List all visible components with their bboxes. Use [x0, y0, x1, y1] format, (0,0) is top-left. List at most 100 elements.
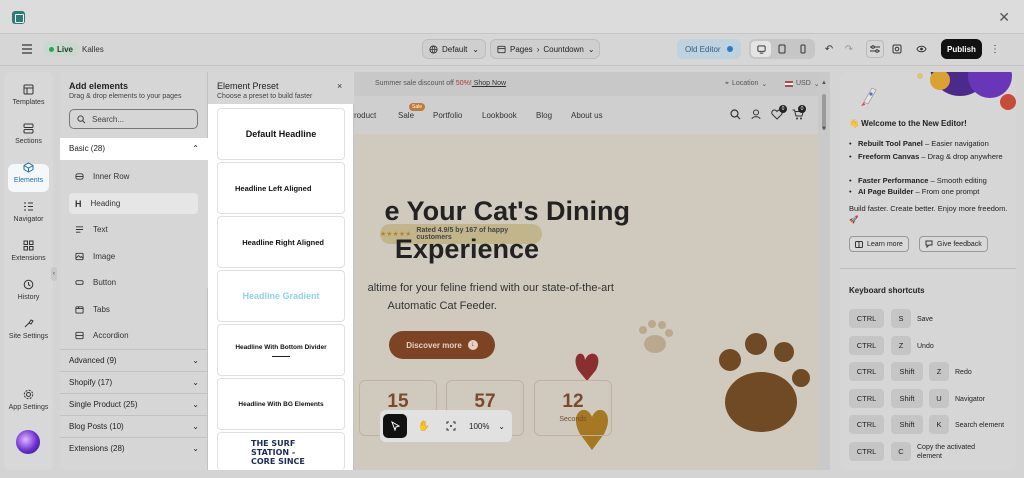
search-page-icon[interactable] [890, 42, 904, 56]
shop-now-link[interactable]: Shop Now [472, 80, 506, 87]
preset-bottom-divider[interactable]: Headline With Bottom Divider [217, 324, 345, 376]
select-pointer-icon[interactable] [383, 414, 407, 438]
chevron-down-icon: ⌄ [472, 44, 479, 54]
category-extensions[interactable]: Extensions (28) ⌄ [60, 437, 208, 458]
shortcut-key: Z [891, 336, 911, 355]
currency-label: USD [796, 80, 811, 87]
add-elements-panel: Add elements Drag & drop elements to you… [60, 72, 208, 470]
basic-items-list: Inner Row H Heading Text Image Button [60, 160, 208, 288]
shortcut-key: CTRL [849, 389, 884, 408]
cart-count-badge: 0 [798, 105, 806, 113]
currency-select[interactable]: USD ⌄ [785, 80, 820, 88]
feature-desc: – Easier navigation [922, 139, 989, 148]
canvas-scrollbar[interactable]: ▲ ▼ [818, 72, 830, 470]
scroll-up-icon[interactable]: ▲ [821, 80, 827, 86]
more-options-icon[interactable]: ⋮ [988, 42, 1002, 56]
redo-icon[interactable]: ↷ [842, 42, 856, 56]
app-logo-icon [12, 11, 25, 24]
rail-site-settings[interactable]: Site Settings [4, 316, 53, 340]
preview-eye-icon[interactable] [914, 42, 928, 56]
category-shopify[interactable]: Shopify (17) ⌄ [60, 371, 208, 392]
nav-product[interactable]: roduct [354, 111, 376, 120]
element-button[interactable]: Button [69, 272, 198, 293]
rail-extensions[interactable]: Extensions [4, 238, 53, 262]
mobile-view-icon[interactable] [793, 41, 813, 57]
hero-heading-line1: e Your Cat's Dining [384, 196, 630, 226]
rail-label: Templates [12, 99, 45, 106]
nav-portfolio[interactable]: Portfolio [433, 111, 462, 120]
chevron-down-icon: ⌄ [192, 421, 199, 431]
shortcut-key: S [891, 309, 911, 328]
feature-name: AI Page Builder [858, 187, 914, 196]
rail-templates[interactable]: Templates [4, 82, 53, 106]
nav-about-us[interactable]: About us [571, 111, 603, 120]
element-tabs[interactable]: Tabs [69, 299, 198, 320]
countdown-label: Seconds [559, 416, 587, 423]
element-image[interactable]: Image [69, 246, 198, 267]
publish-button[interactable]: Publish [941, 39, 982, 59]
feedback-icon [925, 240, 933, 248]
feature-bullet: Freeform Canvas – Drag & drop anywhere [849, 151, 1009, 162]
close-preset-icon[interactable]: × [337, 81, 342, 91]
feature-name: Freeform Canvas [858, 152, 920, 161]
us-flag-icon [785, 81, 793, 87]
page-select[interactable]: Pages › Countdown ⌄ [490, 39, 600, 59]
nav-blog[interactable]: Blog [536, 111, 552, 120]
learn-more-button[interactable]: Learn more [849, 236, 909, 252]
scroll-down-icon[interactable]: ▼ [821, 126, 827, 132]
preset-left-aligned[interactable]: Headline Left Aligned [217, 162, 345, 214]
close-window-icon[interactable]: ✕ [998, 9, 1010, 26]
ai-assistant-avatar[interactable] [16, 430, 40, 454]
element-inner-row[interactable]: Inner Row [69, 166, 198, 187]
nav-sale[interactable]: Sale [398, 111, 414, 120]
settings-sliders-icon[interactable] [866, 40, 884, 58]
element-text[interactable]: Text [69, 219, 198, 240]
collapse-panel-handle[interactable]: ‹ [51, 267, 57, 281]
account-icon[interactable] [751, 109, 761, 120]
editor-toolbar: Live Kalles Default ⌄ Pages › Countdown … [0, 34, 1024, 66]
fit-screen-icon[interactable] [439, 414, 463, 438]
language-select[interactable]: Default ⌄ [422, 39, 486, 59]
rail-sections[interactable]: Sections [4, 121, 53, 145]
shortcut-desc: Search element [955, 422, 1005, 429]
undo-icon[interactable]: ↶ [822, 42, 836, 56]
preset-surf-station[interactable]: THE SURF STATION - CORE SINCE [217, 432, 345, 470]
old-editor-toggle[interactable]: Old Editor [677, 39, 741, 59]
element-search-input[interactable]: Search... [69, 109, 198, 129]
give-feedback-button[interactable]: Give feedback [919, 236, 988, 252]
menu-icon[interactable] [20, 42, 34, 56]
category-blog-posts[interactable]: Blog Posts (10) ⌄ [60, 415, 208, 436]
shortcut-key: Shift [891, 415, 923, 434]
location-select[interactable]: ⌖ Location ⌄ [725, 80, 767, 88]
preset-right-aligned[interactable]: Headline Right Aligned [217, 216, 345, 268]
rail-label: Elements [13, 177, 44, 184]
preset-label: Headline Gradient [242, 291, 320, 301]
desktop-view-icon[interactable] [751, 41, 771, 57]
preset-bg-elements[interactable]: Headline With BG Elements [217, 378, 345, 430]
nav-lookbook[interactable]: Lookbook [482, 111, 517, 120]
preset-default-headline[interactable]: Default Headline [217, 108, 345, 160]
rail-history[interactable]: History [4, 277, 53, 301]
rail-app-settings[interactable]: App Settings [4, 387, 53, 411]
rail-navigator[interactable]: Navigator [4, 199, 53, 223]
language-label: Default [442, 44, 468, 54]
chevron-down-icon: ⌄ [587, 44, 595, 54]
divider-line [272, 355, 290, 357]
search-icon[interactable] [730, 109, 741, 120]
preset-gradient[interactable]: Headline Gradient [217, 270, 345, 322]
element-heading[interactable]: H Heading [69, 193, 198, 214]
hand-pan-icon[interactable]: ✋ [412, 414, 436, 438]
tablet-view-icon[interactable] [772, 41, 792, 57]
discover-more-button[interactable]: Discover more ↓ [389, 331, 495, 359]
scrollbar-thumb[interactable] [822, 94, 826, 130]
chevron-down-icon: ⌄ [192, 377, 199, 387]
category-single-product[interactable]: Single Product (25) ⌄ [60, 393, 208, 414]
zoom-select[interactable]: 100% ⌄ [466, 414, 508, 438]
shortcut-desc: Undo [917, 343, 934, 350]
element-accordion[interactable]: Accordion [69, 325, 198, 346]
accordion-icon [75, 331, 84, 340]
basic-category-header[interactable]: Basic (28) ⌃ [60, 138, 208, 159]
category-advanced[interactable]: Advanced (9) ⌄ [60, 349, 208, 370]
rail-elements[interactable]: Elements [4, 160, 53, 184]
chevron-down-icon: ⌄ [192, 355, 199, 365]
